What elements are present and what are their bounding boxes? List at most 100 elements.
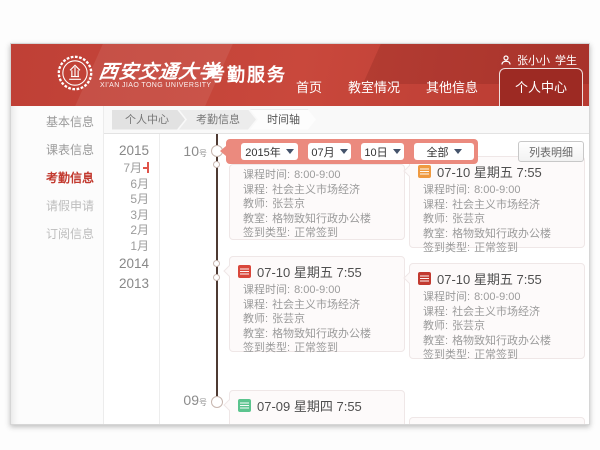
field-value: 正常签到 (474, 242, 518, 254)
timeline-month-2[interactable]: 2月 (104, 223, 149, 239)
field-value: 格物致知行政办公楼 (272, 213, 371, 225)
timeline-month-6[interactable]: 6月 (104, 177, 149, 193)
day-select-value: 10日 (364, 144, 387, 160)
timeline-month-1[interactable]: 1月 (104, 239, 149, 255)
field-label: 课程: (243, 184, 268, 196)
field-label: 教室: (243, 213, 268, 225)
breadcrumb-timeline[interactable]: 时间轴 (250, 110, 316, 130)
field-label: 课程时间: (423, 291, 470, 303)
timeline-month-3[interactable]: 3月 (104, 208, 149, 224)
chevron-down-icon (340, 149, 348, 154)
university-emblem-icon (57, 55, 93, 91)
timeline-month-7[interactable]: 7月 (104, 161, 149, 177)
university-name-en: XI'AN JIAO TONG UNIVERSITY (100, 82, 211, 89)
day-suffix: 号 (199, 398, 207, 407)
month-label: 7月 (123, 161, 142, 175)
chevron-down-icon (393, 149, 401, 154)
timeline-year-2013[interactable]: 2013 (104, 274, 149, 294)
month-nav-divider (159, 134, 160, 424)
nav-other-info[interactable]: 其他信息 (413, 77, 491, 106)
app-title: 考勤服务 (207, 61, 287, 87)
day-number: 09 (183, 392, 199, 408)
field-value: 正常签到 (474, 349, 518, 361)
user-info[interactable]: 张小小 学生 (500, 52, 577, 68)
card-date: 07-10 星期五 7:55 (257, 262, 362, 281)
filter-bar-notch (220, 146, 226, 156)
sidebar: 基本信息 课表信息 考勤信息 请假申请 订阅信息 (11, 106, 104, 424)
user-name: 张小小 (517, 52, 550, 68)
timeline-year-2015[interactable]: 2015 (104, 141, 149, 161)
sign-status-icon (418, 165, 431, 178)
chevron-down-icon (454, 149, 462, 154)
field-label: 课程时间: (243, 284, 290, 296)
field-value: 8:00-9:00 (294, 169, 340, 181)
field-label: 教师: (423, 213, 448, 225)
user-icon (500, 54, 512, 66)
timeline-node (213, 274, 220, 281)
sidebar-item-leave-request[interactable]: 请假申请 (11, 192, 103, 220)
sidebar-item-schedule-info[interactable]: 课表信息 (11, 136, 103, 164)
type-select-value: 全部 (427, 144, 449, 160)
attendance-card-row3-left[interactable]: 07-09 星期四 7:55 (229, 390, 405, 425)
attendance-card-row2-left[interactable]: 07-10 星期五 7:55 课程时间:8:00-9:00 课程:社会主义市场经… (229, 256, 405, 352)
field-label: 课程时间: (243, 169, 290, 181)
attendance-card-row2-right[interactable]: 07-10 星期五 7:55 课程时间:8:00-9:00 课程:社会主义市场经… (409, 263, 585, 359)
timeline-node (213, 260, 220, 267)
day-label-10[interactable]: 10号 (166, 143, 207, 159)
sign-status-icon (418, 272, 431, 285)
field-label: 课程: (423, 306, 448, 318)
list-detail-button[interactable]: 列表明细 (518, 141, 584, 162)
app-window: 西安交通大学 XI'AN JIAO TONG UNIVERSITY 考勤服务 张… (10, 43, 590, 425)
timeline-year-2014[interactable]: 2014 (104, 254, 149, 274)
field-value: 格物致知行政办公楼 (272, 328, 371, 340)
field-value: 8:00-9:00 (474, 184, 520, 196)
field-value: 社会主义市场经济 (452, 199, 540, 211)
field-value: 8:00-9:00 (294, 284, 340, 296)
field-value: 张芸京 (452, 213, 485, 225)
field-label: 教室: (423, 228, 448, 240)
field-label: 教师: (243, 198, 268, 210)
breadcrumb: 个人中心 考勤信息 时间轴 (104, 106, 589, 134)
day-suffix: 号 (199, 149, 207, 158)
field-label: 签到类型: (423, 349, 470, 361)
day-label-09[interactable]: 09号 (166, 392, 207, 408)
field-value: 张芸京 (272, 313, 305, 325)
card-date: 07-09 星期四 7:55 (257, 396, 362, 415)
timeline-node-day09 (211, 396, 223, 408)
timeline-year-month-nav: 2015 7月 6月 5月 3月 2月 1月 2014 2013 (104, 141, 156, 294)
type-select[interactable]: 全部 (414, 143, 474, 160)
field-label: 教师: (243, 313, 268, 325)
active-month-marker-icon (143, 162, 149, 173)
field-label: 签到类型: (243, 227, 290, 239)
timeline-axis (216, 134, 218, 404)
card-date: 07-10 星期五 7:55 (437, 269, 542, 288)
attendance-card-row1-left[interactable]: 课程时间:8:00-9:00 课程:社会主义市场经济 教师:张芸京 教室:格物致… (229, 164, 405, 240)
timeline-node (213, 161, 220, 168)
field-value: 张芸京 (452, 320, 485, 332)
day-select[interactable]: 10日 (361, 143, 404, 160)
field-label: 课程: (423, 199, 448, 211)
field-value: 格物致知行政办公楼 (452, 228, 551, 240)
sidebar-item-subscription-info[interactable]: 订阅信息 (11, 220, 103, 248)
breadcrumb-attendance-info[interactable]: 考勤信息 (179, 110, 256, 130)
month-select[interactable]: 07月 (308, 143, 351, 160)
timeline-month-5[interactable]: 5月 (104, 192, 149, 208)
field-value: 8:00-9:00 (474, 291, 520, 303)
nav-classroom-status[interactable]: 教室情况 (335, 77, 413, 106)
attendance-card-row1-right[interactable]: 07-10 星期五 7:55 课程时间:8:00-9:00 课程:社会主义市场经… (409, 156, 585, 248)
field-value: 正常签到 (294, 342, 338, 354)
sidebar-item-attendance-info[interactable]: 考勤信息 (11, 164, 103, 192)
filter-bar: 2015年 07月 10日 全部 (226, 139, 478, 164)
year-select[interactable]: 2015年 (241, 143, 298, 160)
attendance-card-row3-right[interactable] (409, 417, 585, 425)
nav-home[interactable]: 首页 (283, 77, 335, 106)
nav-personal-center[interactable]: 个人中心 (499, 68, 583, 106)
field-value: 社会主义市场经济 (272, 299, 360, 311)
field-value: 张芸京 (272, 198, 305, 210)
sign-status-icon (238, 265, 251, 278)
sidebar-item-basic-info[interactable]: 基本信息 (11, 108, 103, 136)
day-number: 10 (183, 143, 199, 159)
breadcrumb-personal-center[interactable]: 个人中心 (112, 110, 185, 130)
page-background: 西安交通大学 XI'AN JIAO TONG UNIVERSITY 考勤服务 张… (0, 0, 600, 450)
university-name-cn: 西安交通大学 (97, 57, 221, 84)
